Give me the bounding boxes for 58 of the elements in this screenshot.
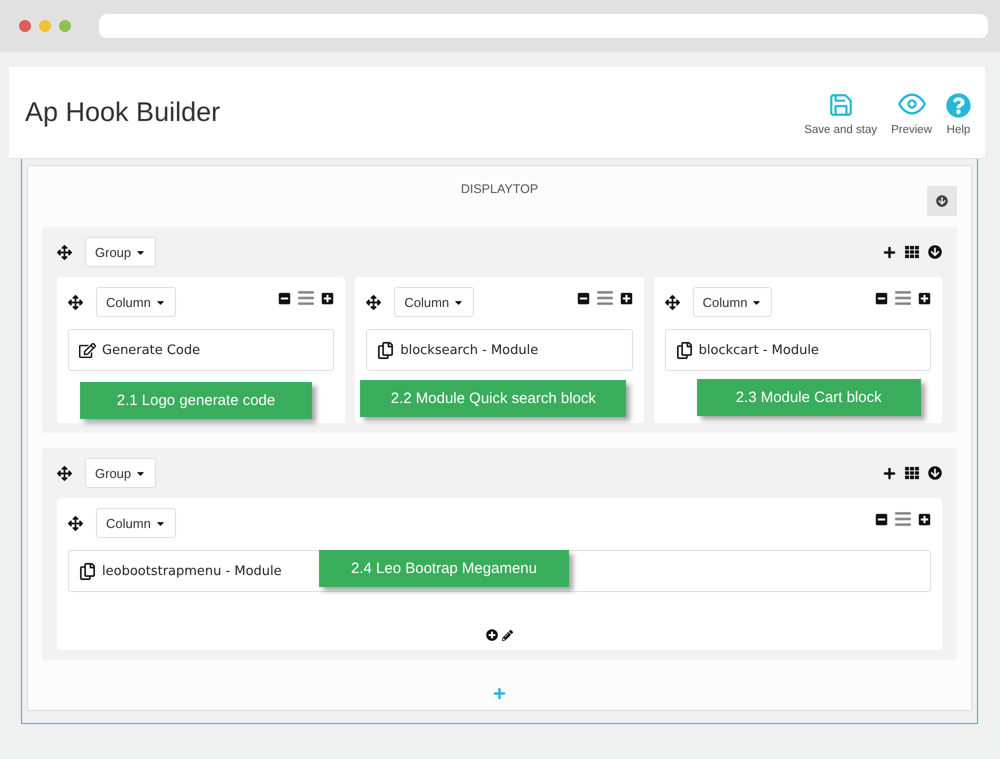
- move-icon[interactable]: [68, 516, 83, 530]
- add-icon[interactable]: [883, 246, 896, 258]
- move-icon[interactable]: [664, 294, 680, 310]
- column-dropdown[interactable]: Column: [394, 287, 474, 317]
- group-dropdown[interactable]: Group: [85, 458, 156, 488]
- move-icon[interactable]: [57, 244, 72, 260]
- copy-icon: [79, 562, 96, 580]
- save-icon: [828, 92, 854, 118]
- group-dropdown[interactable]: Group: [85, 237, 156, 267]
- module-item[interactable]: Generate Code: [68, 329, 334, 371]
- column-dropdown[interactable]: Column: [96, 287, 176, 317]
- hook-title: DISPLAYTOP: [460, 182, 540, 196]
- module-label: blocksearch - Module: [400, 342, 538, 358]
- add-icon[interactable]: [883, 466, 896, 480]
- copy-icon: [377, 342, 394, 358]
- plus-icon[interactable]: [620, 292, 633, 304]
- collapse-icon[interactable]: [928, 466, 942, 480]
- move-icon[interactable]: [57, 466, 72, 480]
- toolbar-button[interactable]: Save and stay: [804, 92, 878, 136]
- grid-icon[interactable]: [905, 245, 919, 259]
- plus-icon[interactable]: [918, 292, 931, 304]
- help-icon: [946, 92, 971, 118]
- edit-icon: [79, 342, 96, 358]
- annotation-label: 2.1 Logo generate code: [80, 382, 312, 419]
- width-icon[interactable]: [894, 289, 912, 307]
- grid-icon[interactable]: [905, 466, 919, 480]
- minus-icon[interactable]: [875, 512, 888, 526]
- module-label: Generate Code: [102, 342, 200, 358]
- move-icon[interactable]: [366, 294, 382, 310]
- toolbar-button[interactable]: Preview: [891, 90, 932, 136]
- plus-icon[interactable]: [918, 512, 931, 526]
- collapse-button[interactable]: [927, 186, 957, 216]
- module-label: blockcart - Module: [698, 342, 819, 358]
- module-item[interactable]: blockcart - Module: [664, 329, 931, 371]
- maximize-dot[interactable]: [59, 20, 71, 32]
- minus-icon[interactable]: [874, 292, 888, 304]
- width-icon[interactable]: [596, 289, 614, 307]
- copy-icon: [676, 342, 693, 358]
- column-dropdown[interactable]: Column: [96, 508, 176, 538]
- width-icon[interactable]: [297, 289, 316, 307]
- column-dropdown[interactable]: Column: [692, 287, 772, 317]
- minus-icon[interactable]: [576, 292, 590, 304]
- annotation-label: 2.4 Leo Bootrap Megamenu: [319, 550, 569, 587]
- minus-icon[interactable]: [278, 292, 292, 304]
- annotation-label: 2.2 Module Quick search block: [360, 380, 626, 417]
- pencil-icon[interactable]: [502, 630, 513, 640]
- module-label: leobootstrapmenu - Module: [102, 564, 282, 578]
- width-icon[interactable]: [894, 510, 912, 528]
- page-title: Ap Hook Builder: [25, 97, 220, 128]
- plus-icon[interactable]: [321, 292, 334, 304]
- move-icon[interactable]: [68, 294, 83, 310]
- module-item[interactable]: blocksearch - Module: [366, 329, 633, 371]
- minimize-dot[interactable]: [39, 20, 51, 32]
- annotation-label: 2.3 Module Cart block: [696, 379, 921, 416]
- down-arrow-icon: [936, 195, 948, 207]
- toolbar-button[interactable]: Help: [946, 92, 971, 136]
- close-dot[interactable]: [19, 20, 31, 32]
- collapse-icon[interactable]: [928, 245, 942, 259]
